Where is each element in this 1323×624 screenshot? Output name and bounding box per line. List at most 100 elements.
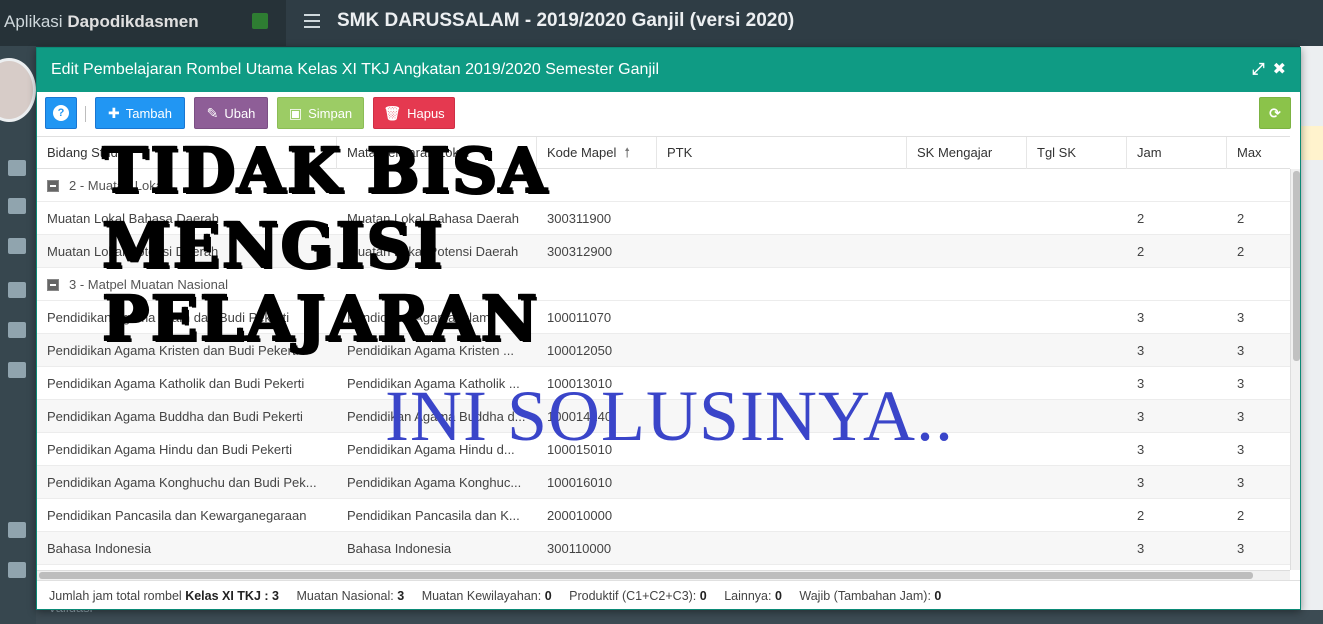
add-button[interactable]: ✚ Tambah [95,97,185,129]
table-row[interactable]: Pendidikan Pancasila dan Kewarganegaraan… [37,499,1290,532]
cell-kode-mapel: 300312900 [547,244,613,259]
toolbar-separator [85,106,86,122]
cell-kode-mapel: 300311900 [547,211,612,226]
cell-max: 3 [1237,376,1245,391]
cell-jam: 3 [1137,541,1145,556]
cell-jam: 2 [1137,211,1145,226]
edit-button-label: Ubah [224,105,256,121]
cell-tgl-sk [1027,499,1127,532]
cell-bidang-studi: Pendidikan Pancasila dan Kewarganegaraan [47,508,307,523]
cell-max: 3 [1237,475,1245,490]
background-bottom [36,610,1323,624]
cell-max: 2 [1237,508,1245,523]
cell-jam: 2 [1137,244,1145,259]
sort-ascending-icon: 🠕 [624,145,630,160]
app-brand-prefix: Aplikasi [4,12,63,31]
column-header-tgl-sk[interactable]: Tgl SK [1027,137,1127,169]
cell-sk-mengajar [907,334,1027,367]
cell-max: 3 [1237,343,1245,358]
overlay-solution-caption: INI SOLUSINYA.. [385,376,954,456]
cell-bidang-studi: Pendidikan Agama Hindu dan Budi Pekerti [47,442,292,457]
road-icon[interactable] [8,238,26,254]
cell-tgl-sk [1027,466,1127,499]
cell-sk-mengajar [907,499,1027,532]
cell-ptk [657,301,907,334]
cell-ptk [657,235,907,268]
close-icon[interactable]: ✖ [1273,62,1286,78]
expand-icon[interactable]: ⤢ [1252,62,1265,78]
cell-kode-mapel: 100011070 [547,310,612,325]
cell-bidang-studi: Bahasa Indonesia [47,541,152,556]
monitor-icon[interactable] [8,160,26,176]
collapse-icon[interactable] [47,179,59,192]
cell-sk-mengajar [907,202,1027,235]
column-header-jam[interactable]: Jam [1127,137,1227,169]
add-button-label: Tambah [125,105,172,121]
cell-bidang-studi: Pendidikan Agama Konghuchu dan Budi Pek.… [47,475,317,490]
graduation-cap-icon[interactable] [8,282,26,298]
cell-tgl-sk [1027,532,1127,565]
cell-jam: 3 [1137,442,1145,457]
save-button[interactable]: ▣ Simpan [277,97,364,129]
app-title: SMK DARUSSALAM - 2019/2020 Ganjil (versi… [337,10,795,31]
cell-kode-mapel: 200010000 [547,508,613,523]
vertical-scroll-thumb[interactable] [1293,171,1300,361]
cell-kode-mapel: 100016010 [547,475,613,490]
cell-bidang-studi: Pendidikan Agama Buddha dan Budi Pekerti [47,409,303,424]
plus-icon: ✚ [108,104,120,121]
column-header-sk-mengajar[interactable]: SK Mengajar [907,137,1027,169]
column-header-kode-mapel[interactable]: Kode Mapel 🠕 [537,137,657,169]
cell-max: 2 [1237,244,1245,259]
column-header-ptk[interactable]: PTK [657,137,907,169]
hamburger-menu-icon[interactable] [304,14,320,28]
app-top-bar: Aplikasi Dapodikdasmen SMK DARUSSALAM - … [0,0,1323,46]
collapse-icon[interactable] [47,278,59,291]
cell-mapel-lokal: Bahasa Indonesia [347,541,452,556]
cell-tgl-sk [1027,202,1127,235]
group-icon[interactable] [8,562,26,578]
cell-mapel-lokal: Pendidikan Agama Konghuc... [347,475,522,490]
users-icon[interactable] [8,362,26,378]
cell-tgl-sk [1027,235,1127,268]
cell-ptk [657,499,907,532]
brand-toggle-icon[interactable] [252,13,268,29]
cell-max: 3 [1237,442,1245,457]
edit-button[interactable]: ✎ Ubah [194,97,268,129]
overlay-caption-line-2: MENGISI [102,209,445,282]
cell-sk-mengajar [907,301,1027,334]
smile-icon[interactable] [8,322,26,338]
help-button[interactable]: ? [45,97,77,129]
delete-button-label: Hapus [407,105,445,121]
overlay-caption-line-3: PELAJARAN [102,282,540,355]
cell-kode-mapel: 100012050 [547,343,613,358]
app-sidebar [0,46,36,624]
app-brand-name: Dapodikdasmen [67,12,199,31]
horizontal-scroll-thumb[interactable] [39,572,1253,579]
cell-sk-mengajar [907,532,1027,565]
column-header-max[interactable]: Max [1227,137,1290,169]
app-brand: Aplikasi Dapodikdasmen [0,0,286,46]
vertical-scrollbar[interactable] [1290,169,1300,570]
delete-button[interactable]: 🗑 Hapus [373,97,455,129]
refresh-button[interactable]: ⟳ [1259,97,1291,129]
cell-tgl-sk [1027,433,1127,466]
cell-kode-mapel: 300110000 [547,541,612,556]
cell-max: 2 [1237,211,1245,226]
cell-jam: 3 [1137,343,1145,358]
trash-icon: 🗑 [383,104,402,121]
pencil-icon: ✎ [206,104,219,121]
cell-jam: 3 [1137,409,1145,424]
cell-ptk [657,532,907,565]
horizontal-scrollbar[interactable] [37,570,1290,580]
refresh-icon: ⟳ [1269,104,1281,121]
book-icon[interactable] [8,198,26,214]
cell-tgl-sk [1027,367,1127,400]
list-icon[interactable] [8,522,26,538]
cell-sk-mengajar [907,466,1027,499]
table-row[interactable]: Pendidikan Agama Konghuchu dan Budi Pek.… [37,466,1290,499]
cell-jam: 3 [1137,310,1145,325]
table-row[interactable]: Bahasa Indonesia Bahasa Indonesia 30011000… [37,532,1290,565]
cell-ptk [657,334,907,367]
dialog-header: Edit Pembelajaran Rombel Utama Kelas XI … [37,48,1300,92]
avatar[interactable] [0,58,36,122]
